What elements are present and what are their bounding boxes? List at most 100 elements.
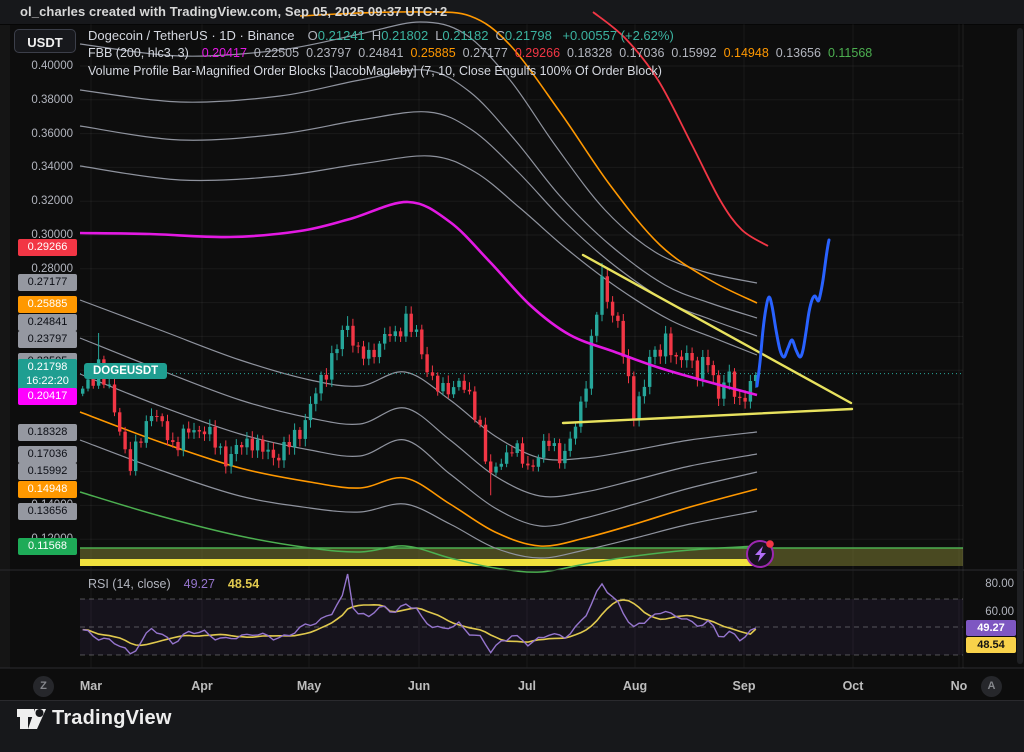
time-axis-label-sep[interactable]: Sep [714, 679, 774, 693]
time-axis-label-oct[interactable]: Oct [823, 679, 883, 693]
price-label-badge: 0.15992 [18, 463, 77, 480]
candle-body [600, 276, 603, 315]
circle-button-z[interactable]: Z [33, 676, 54, 697]
candle-body [288, 442, 291, 447]
candle-body [357, 346, 360, 347]
rsi-label: RSI (14, close) [88, 577, 171, 591]
candle-body [664, 334, 667, 357]
symbol-currency-button[interactable]: USDT [14, 29, 76, 53]
candle-body [680, 357, 683, 361]
candle-body [187, 429, 190, 433]
candle-body [314, 393, 317, 404]
time-axis-label-jun[interactable]: Jun [389, 679, 449, 693]
time-axis-label-mar[interactable]: Mar [61, 679, 121, 693]
candle-body [669, 334, 672, 356]
time-axis-label-apr[interactable]: Apr [172, 679, 232, 693]
legend-row-symbol[interactable]: Dogecoin / TetherUS · 1D · Binance O 0.21… [88, 28, 674, 44]
candle-body [457, 381, 460, 387]
rsi-legend[interactable]: RSI (14, close) 49.27 48.54 [88, 577, 259, 591]
candle-body [118, 412, 121, 431]
candle-body [325, 375, 328, 380]
candle-body [214, 427, 217, 448]
candle-body [510, 452, 513, 453]
candle-body [441, 383, 444, 391]
tradingview-brand-text[interactable]: TradingView [52, 707, 172, 730]
fbb-value: 0.20417 [202, 46, 247, 60]
symbol-title: Dogecoin / TetherUS · 1D · Binance [88, 28, 294, 43]
candle-body [219, 446, 222, 447]
price-label-badge: 0.14948 [18, 481, 77, 498]
rsi-axis-label: 80.00 [968, 578, 1014, 590]
candle-body [261, 440, 264, 452]
candle-body [404, 314, 407, 337]
candle-body [447, 383, 450, 394]
fbb-value: 0.15992 [671, 46, 716, 60]
time-axis-label-aug[interactable]: Aug [605, 679, 665, 693]
candle-body [330, 353, 333, 380]
time-axis-label-no[interactable]: No [929, 679, 989, 693]
candle-body [367, 350, 370, 359]
candle-body [743, 398, 746, 402]
candle-body [542, 441, 545, 458]
time-axis-label-may[interactable]: May [279, 679, 339, 693]
candle-body [526, 464, 529, 466]
ohlc-value: 0.21802 [381, 28, 428, 43]
candle-body [728, 372, 731, 383]
candle-body [129, 449, 132, 471]
time-axis-label-jul[interactable]: Jul [497, 679, 557, 693]
rsi-ma-value: 48.54 [228, 577, 259, 591]
price-label-badge: 0.20417 [18, 388, 77, 405]
candle-body [648, 357, 651, 387]
ohlc-value: 0.21182 [442, 28, 488, 43]
candle-body [521, 443, 524, 463]
ohlc-key: H [372, 28, 381, 43]
candle-body [659, 350, 662, 357]
rsi-label-badge: 48.54 [966, 637, 1016, 653]
wedge-lower-trendline[interactable] [563, 409, 852, 423]
candle-body [494, 467, 497, 473]
candle-body [712, 365, 715, 375]
candle-body [113, 385, 116, 413]
candle-body [553, 443, 556, 446]
candle-body [150, 416, 153, 421]
scrollbar[interactable] [1017, 28, 1023, 664]
price-axis-label: 0.40000 [0, 59, 73, 73]
ohlc-key: O [308, 28, 318, 43]
candle-body [500, 464, 503, 467]
candle-body [161, 416, 164, 421]
candle-body [616, 316, 619, 321]
candle-body [198, 430, 201, 431]
change-value: +0.00557 (+2.62%) [562, 28, 673, 43]
fbb-value: 0.14948 [724, 46, 769, 60]
tradingview-logo-icon[interactable] [16, 706, 48, 732]
candle-body [166, 421, 169, 440]
candle-body [749, 381, 752, 402]
fbb-value: 0.11568 [828, 46, 872, 60]
price-label-badge: 0.2179816:22:20 [18, 359, 77, 390]
candle-body [341, 330, 344, 349]
candle-body [420, 330, 423, 355]
candle-body [224, 446, 227, 466]
candle-body [346, 326, 349, 330]
candle-body [436, 376, 439, 392]
legend-row-volume-profile[interactable]: Volume Profile Bar-Magnified Order Block… [88, 64, 662, 80]
candle-body [378, 344, 381, 358]
price-axis-label: 0.38000 [0, 93, 73, 107]
projection-drawing[interactable] [757, 240, 829, 386]
fbb-value: 0.25885 [410, 46, 455, 60]
candle-body [627, 357, 630, 377]
candle-body [584, 389, 587, 402]
price-label-badge: 0.25885 [18, 296, 77, 313]
legend-row-fbb[interactable]: FBB (200, hlc3, 3) 0.204170.225050.23797… [88, 46, 879, 62]
rsi-label-badge: 49.27 [966, 620, 1016, 636]
tradingview-chart-window: ol_charles created with TradingView.com,… [0, 0, 1024, 752]
candle-body [282, 442, 285, 460]
candle-body [675, 355, 678, 357]
candle-body [595, 315, 598, 336]
candle-body [182, 429, 185, 451]
candle-body [134, 442, 137, 472]
candle-body [415, 330, 418, 332]
ohlc-value: 0.21798 [505, 28, 552, 43]
candle-body [611, 302, 614, 316]
candle-body [558, 443, 561, 463]
